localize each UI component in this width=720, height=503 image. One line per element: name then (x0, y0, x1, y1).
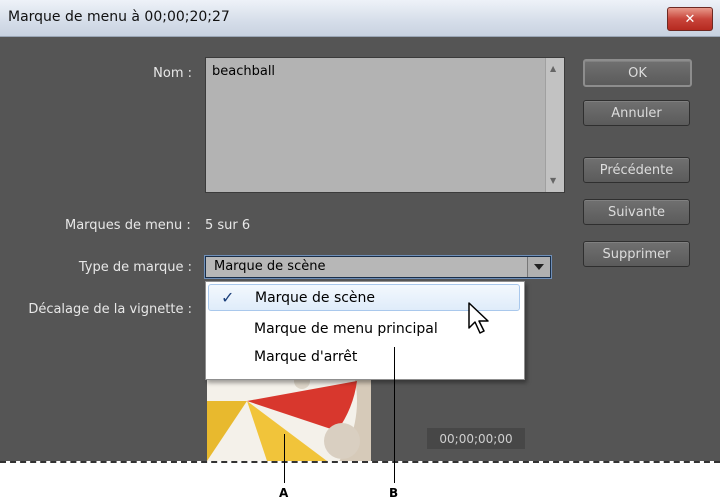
name-scrollbar[interactable]: ▲ ▼ (545, 58, 564, 192)
close-button[interactable]: ✕ (667, 7, 713, 31)
marker-type-value: Marque de scène (214, 259, 326, 274)
name-value: beachball (212, 64, 276, 79)
menu-markers-value: 5 sur 6 (205, 218, 251, 233)
cut-line (0, 461, 720, 463)
thumbnail-offset-label: Décalage de la vignette : (28, 302, 192, 317)
callout-line-a (284, 434, 285, 483)
cancel-button[interactable]: Annuler (583, 100, 690, 126)
close-icon: ✕ (684, 11, 696, 27)
marker-type-label: Type de marque : (78, 260, 192, 275)
mouse-cursor-icon (468, 302, 489, 334)
option-label: Marque d'arrêt (254, 349, 358, 365)
scroll-up-icon[interactable]: ▲ (550, 64, 556, 73)
thumbnail-preview (207, 371, 371, 461)
thumbnail-timecode[interactable]: 00;00;00;00 (427, 428, 525, 449)
callout-line-b (394, 347, 395, 483)
next-button[interactable]: Suivante (583, 199, 690, 225)
dropdown-arrow-button[interactable] (527, 257, 550, 277)
ok-button[interactable]: OK (583, 59, 692, 87)
marker-type-select[interactable]: Marque de scène (205, 256, 551, 278)
window-title: Marque de menu à 00;00;20;27 (8, 9, 230, 25)
name-textarea[interactable]: beachball ▲ ▼ (205, 57, 565, 193)
scroll-down-icon[interactable]: ▼ (550, 176, 556, 185)
callout-label-a: A (279, 486, 289, 500)
delete-button[interactable]: Supprimer (583, 241, 690, 267)
callout-label-b: B (389, 486, 399, 500)
option-label: Marque de scène (255, 290, 376, 306)
checkmark-icon: ✓ (221, 288, 235, 307)
option-stop-marker[interactable]: Marque d'arrêt (208, 344, 520, 371)
title-bar: Marque de menu à 00;00;20;27 ✕ (0, 0, 720, 37)
menu-markers-label: Marques de menu : (65, 218, 191, 233)
dropdown-arrow-icon (534, 264, 544, 270)
beachball-image (207, 371, 371, 461)
previous-button[interactable]: Précédente (583, 157, 690, 183)
name-label: Nom : (153, 66, 192, 81)
option-label: Marque de menu principal (254, 321, 438, 337)
